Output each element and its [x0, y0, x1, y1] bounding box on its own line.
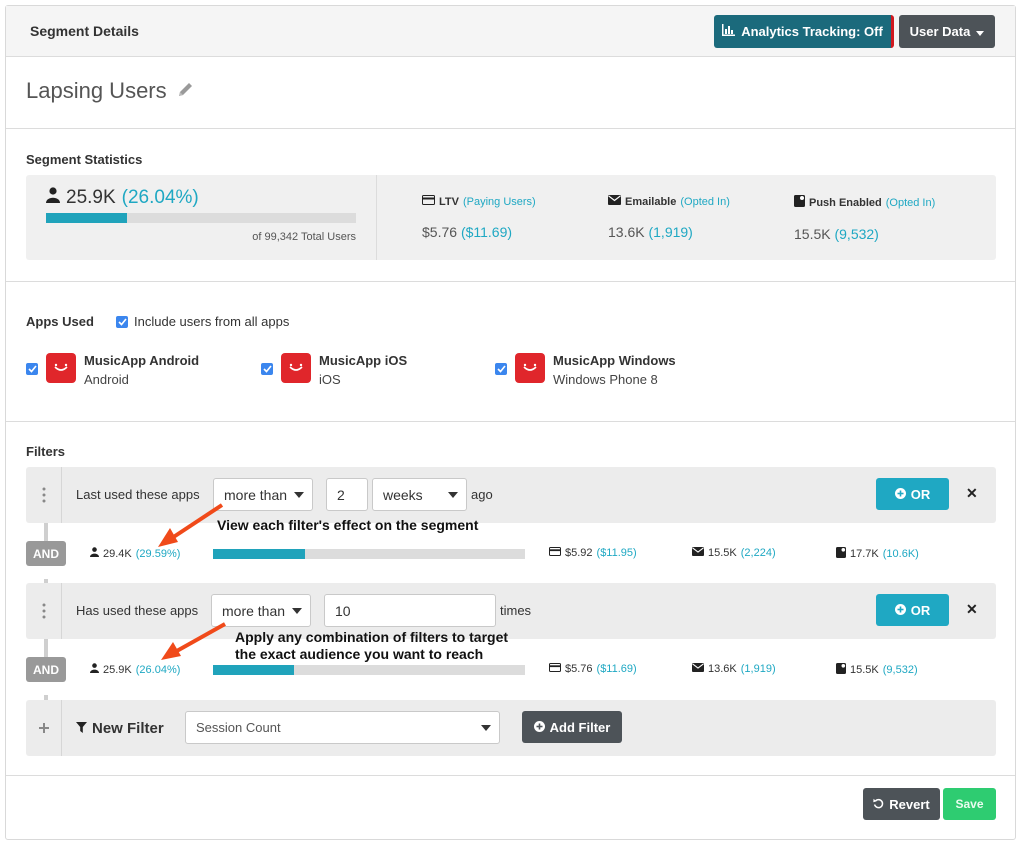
annotation-line: the exact audience you want to reach: [235, 646, 484, 662]
annotation-line: Apply any combination of filters to targ…: [235, 629, 509, 645]
annotation-text: Apply any combination of filters to targ…: [235, 629, 508, 663]
annotation-arrow: [161, 622, 226, 660]
annotation-arrow: [158, 503, 224, 547]
annotation-arrows: [158, 503, 226, 660]
annotation-text: View each filter's effect on the segment: [217, 517, 479, 533]
